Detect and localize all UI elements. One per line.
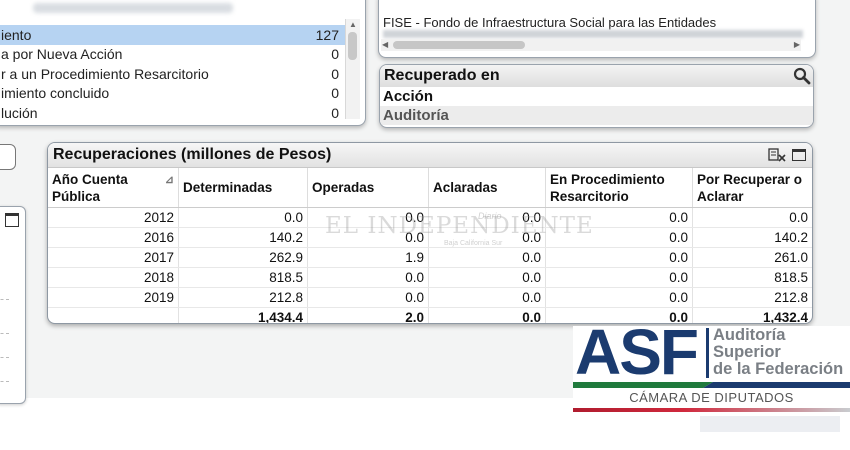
maximize-icon[interactable] [792,149,806,161]
table-row[interactable]: 2019 212.8 0.0 0.0 0.0 212.8 [48,287,812,308]
sort-icon[interactable]: ⊿ [165,172,174,189]
list-item-count: 0 [331,85,339,102]
list-item-auditoria[interactable]: Auditoría [380,106,813,125]
list-item[interactable]: imiento concluido 0 [0,84,345,104]
list-item-count: 127 [315,26,339,43]
column-header[interactable]: Determinadas [178,168,308,208]
list-item-label[interactable]: FISE - Fondo de Infraestructura Social p… [383,15,716,30]
logo-divider [706,328,709,378]
table-row[interactable]: 2012 0.0 0.0 0.0 0.0 0.0 [48,207,812,228]
recuperado-en-listbox[interactable]: Recuperado en Acción Auditoría [379,64,814,128]
totals-row: 1,434.4 2.0 0.0 0.0 1,432.4 [48,307,812,323]
list-item-label: imiento concluido [1,85,110,102]
table-row[interactable]: 2016 140.2 0.0 0.0 0.0 140.2 [48,227,812,248]
listbox-title: Recuperado en [384,67,500,84]
blurred-list-item [383,30,803,38]
panel-title: Recuperaciones (millones de Pesos) [53,146,332,163]
scroll-right-icon[interactable]: ▶ [794,39,800,51]
list-item-accion[interactable]: Acción [380,87,813,106]
logo-red-line [573,408,850,412]
fondos-listbox[interactable]: FISE - Fondo de Infraestructura Social p… [378,0,816,58]
column-header[interactable]: Operadas [307,168,429,208]
divider [0,299,9,300]
table-row[interactable]: 2018 818.5 0.0 0.0 0.0 818.5 [48,267,812,288]
watermark-tag: Diario [478,211,502,221]
scroll-thumb[interactable] [393,41,525,49]
listbox-header: Recuperado en [380,65,813,87]
divider [0,381,9,382]
scroll-thumb[interactable] [348,32,357,60]
panel-caption: Recuperaciones (millones de Pesos) [48,143,812,168]
column-header[interactable]: Aclaradas [428,168,546,208]
horizontal-scrollbar[interactable]: ◀ ▶ [381,39,801,51]
blurred-header [33,3,233,13]
status-listbox[interactable]: iento 127 a por Nueva Acción 0 r a un Pr… [0,0,366,126]
rounded-control[interactable] [0,144,16,170]
list-item[interactable]: iento 127 [0,25,345,45]
clear-selection-icon[interactable] [768,147,786,163]
list-item-count: 0 [331,46,339,63]
list-item[interactable]: a por Nueva Acción 0 [0,45,345,65]
list-item[interactable]: lución 0 [0,103,345,123]
logo-line-1: Auditoría [713,326,786,344]
maximize-icon[interactable] [5,213,19,227]
tricolor-stripe [573,382,850,388]
list-item-count: 0 [331,65,339,82]
column-header[interactable]: En Procedimiento Resarcitorio [545,168,693,208]
list-item-label: r a un Procedimiento Resarcitorio [1,65,209,82]
recuperaciones-table-panel: Recuperaciones (millones de Pesos) ⊿ Año … [47,142,813,324]
list-item-label: iento [1,26,32,43]
recuperaciones-table: ⊿ Año Cuenta Pública Determinadas Operada… [48,168,812,323]
asf-logo: ASF Auditoría Superior de la Federación … [573,320,850,414]
list-item[interactable]: r a un Procedimiento Resarcitorio 0 [0,64,345,84]
logo-line-3: de la Federación [713,360,844,378]
logo-acronym: ASF [575,316,699,388]
watermark-subtitle: Baja California Sur [444,240,503,247]
table-row[interactable]: 2017 262.9 1.9 0.0 0.0 261.0 [48,247,812,268]
side-panel[interactable] [0,206,26,404]
scroll-up-icon[interactable]: ▲ [346,19,360,31]
list-item-label: a por Nueva Acción [1,46,123,63]
scroll-left-icon[interactable]: ◀ [382,39,388,51]
list-item-count: 0 [331,104,339,121]
divider [0,333,9,334]
search-icon[interactable] [791,66,813,86]
list-item-label: lución [1,104,38,121]
vertical-scrollbar[interactable]: ▲ [345,19,360,119]
logo-chamber: CÁMARA DE DIPUTADOS [629,390,794,405]
divider [0,357,9,358]
logo-line-2: Superior [713,343,781,361]
column-header[interactable]: ⊿ Año Cuenta Pública [48,168,179,208]
column-header[interactable]: Por Recuperar o Aclarar [692,168,812,208]
